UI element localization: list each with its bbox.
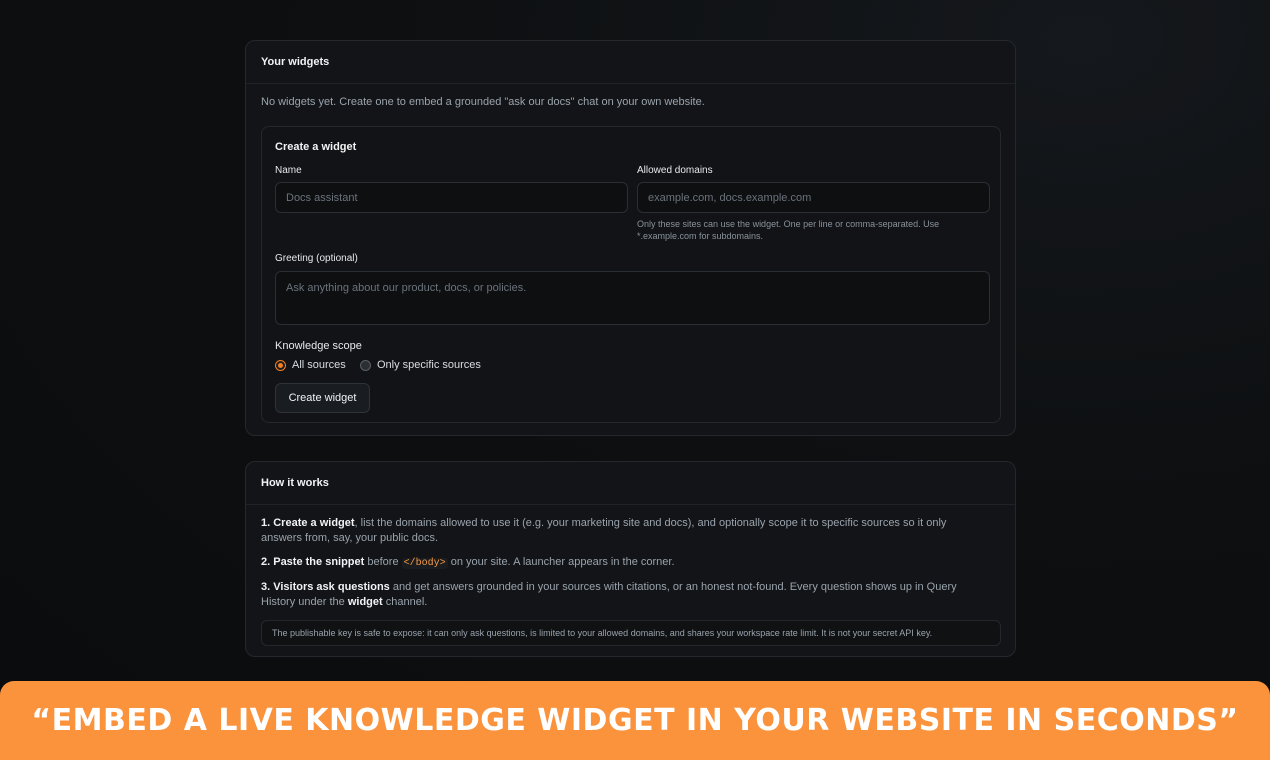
step-1: 1. Create a widget, list the domains all… — [261, 516, 981, 546]
allowed-domains-hint: Only these sites can use the widget. One… — [637, 219, 940, 241]
widgets-card: Your widgets No widgets yet. Create one … — [245, 40, 1016, 436]
step-2-title: 2. Paste the snippet — [261, 556, 365, 568]
create-widget-button[interactable]: Create widget — [275, 383, 370, 413]
allowed-domains-input[interactable] — [637, 182, 990, 213]
step-1-title: 1. Create a widget — [261, 517, 355, 529]
how-it-works-title: How it works — [246, 462, 1015, 505]
scope-option-label: Only specific sources — [377, 359, 481, 371]
create-widget-form: Create a widget Name Allowed domains Onl… — [261, 126, 1001, 423]
name-label: Name — [275, 165, 302, 176]
body-tag-code: </body> — [401, 558, 448, 569]
step-3-title: 3. Visitors ask questions — [261, 581, 390, 593]
allowed-domains-label: Allowed domains — [637, 165, 713, 176]
form-title: Create a widget — [275, 141, 357, 153]
step-3: 3. Visitors ask questions and get answer… — [261, 580, 981, 610]
step-2-pre: before — [364, 556, 402, 568]
widget-channel-label: widget — [347, 596, 383, 608]
empty-state-text: No widgets yet. Create one to embed a gr… — [261, 96, 705, 108]
step-2-post: on your site. A launcher appears in the … — [447, 556, 675, 568]
scope-option-specific-sources[interactable]: Only specific sources — [360, 359, 481, 371]
step-3-post: channel. — [382, 596, 428, 608]
radio-unselected-icon[interactable] — [360, 359, 371, 371]
scope-option-label: All sources — [292, 359, 346, 371]
promo-banner: “EMBED A LIVE KNOWLEDGE WIDGET IN YOUR W… — [0, 681, 1270, 760]
step-2: 2. Paste the snippet before </body> on y… — [261, 555, 981, 571]
name-input[interactable] — [275, 182, 628, 213]
publishable-key-note: The publishable key is safe to expose: i… — [261, 620, 1001, 646]
greeting-textarea[interactable] — [275, 271, 990, 325]
widgets-card-title: Your widgets — [246, 41, 1015, 84]
scope-option-all-sources[interactable]: All sources — [275, 359, 346, 371]
promo-banner-text: “EMBED A LIVE KNOWLEDGE WIDGET IN YOUR W… — [31, 703, 1239, 738]
radio-selected-icon[interactable] — [275, 359, 286, 371]
greeting-label: Greeting (optional) — [275, 253, 358, 264]
step-1-text: , list the domains allowed to use it (e.… — [261, 517, 947, 544]
knowledge-scope-label: Knowledge scope — [275, 340, 362, 352]
how-it-works-card: How it works 1. Create a widget, list th… — [245, 461, 1016, 657]
